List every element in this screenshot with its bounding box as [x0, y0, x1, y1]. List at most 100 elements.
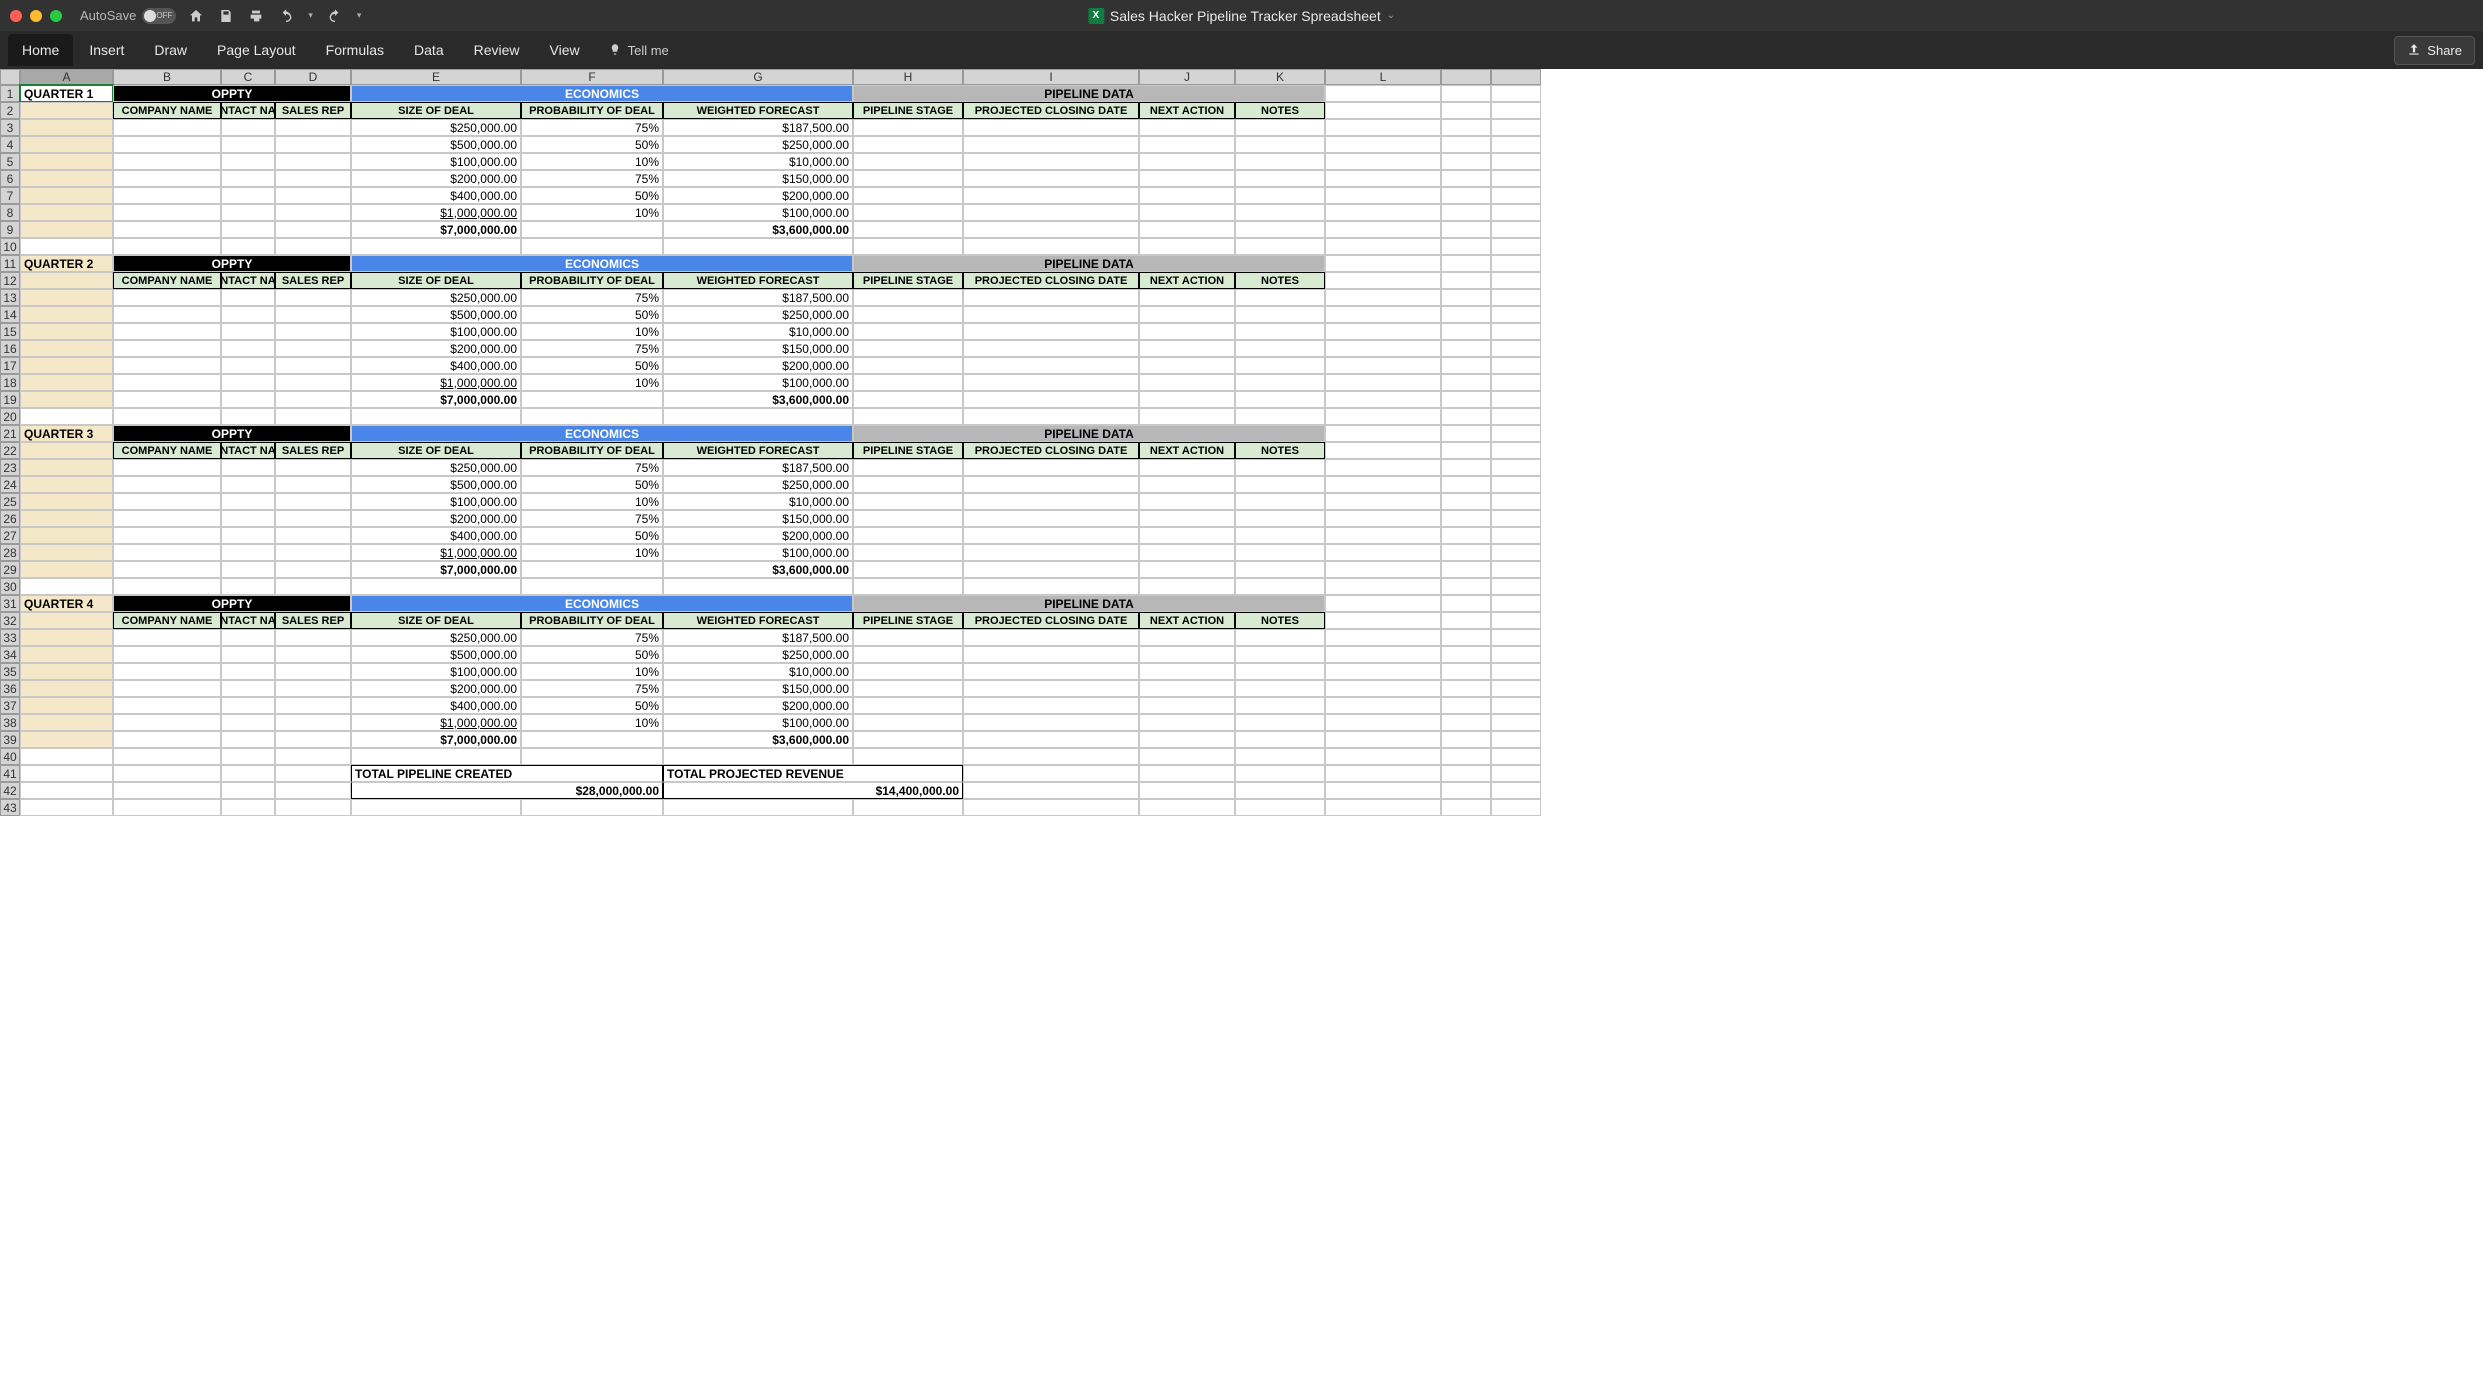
column-subheader[interactable]: COMPANY NAME [113, 102, 221, 119]
cell[interactable] [113, 782, 221, 799]
row-header-24[interactable]: 24 [0, 476, 20, 493]
total-size[interactable]: $7,000,000.00 [351, 391, 521, 408]
deal-probability[interactable]: 50% [521, 306, 663, 323]
cell[interactable] [1325, 391, 1441, 408]
deal-size[interactable]: $400,000.00 [351, 357, 521, 374]
cell[interactable] [1325, 799, 1441, 816]
column-subheader[interactable]: NEXT ACTION [1139, 102, 1235, 119]
cell[interactable] [113, 663, 221, 680]
column-header-I[interactable]: I [963, 69, 1139, 85]
row-header-11[interactable]: 11 [0, 255, 20, 272]
cell[interactable] [1325, 119, 1441, 136]
cell[interactable] [221, 408, 275, 425]
deal-size[interactable]: $1,000,000.00 [351, 714, 521, 731]
cell[interactable] [275, 561, 351, 578]
cell[interactable] [963, 306, 1139, 323]
cell[interactable] [20, 612, 113, 629]
cell[interactable] [1325, 85, 1441, 102]
cell[interactable] [853, 289, 963, 306]
cell[interactable] [20, 799, 113, 816]
cell[interactable] [275, 187, 351, 204]
section-pipeline[interactable]: PIPELINE DATA [853, 85, 1325, 102]
row-header-39[interactable]: 39 [0, 731, 20, 748]
cell[interactable] [1139, 374, 1235, 391]
document-title[interactable]: X Sales Hacker Pipeline Tracker Spreadsh… [1088, 8, 1395, 24]
column-subheader[interactable]: SALES REP [275, 102, 351, 119]
row-header-28[interactable]: 28 [0, 544, 20, 561]
cell[interactable] [1139, 136, 1235, 153]
cell[interactable] [1139, 663, 1235, 680]
cell[interactable] [1491, 493, 1541, 510]
deal-probability[interactable]: 10% [521, 204, 663, 221]
weighted-forecast[interactable]: $250,000.00 [663, 306, 853, 323]
cell[interactable] [20, 136, 113, 153]
cell[interactable] [1441, 408, 1491, 425]
maximize-window-button[interactable] [50, 10, 62, 22]
total-forecast[interactable]: $3,600,000.00 [663, 561, 853, 578]
cell[interactable] [113, 476, 221, 493]
deal-probability[interactable]: 10% [521, 714, 663, 731]
cell[interactable] [1441, 374, 1491, 391]
cell[interactable] [1491, 340, 1541, 357]
cell[interactable] [853, 680, 963, 697]
row-header-37[interactable]: 37 [0, 697, 20, 714]
cell[interactable] [853, 119, 963, 136]
column-header-blank[interactable] [1441, 69, 1491, 85]
cell[interactable] [221, 238, 275, 255]
cell[interactable] [1441, 493, 1491, 510]
cell[interactable] [853, 238, 963, 255]
column-subheader[interactable]: SIZE OF DEAL [351, 102, 521, 119]
cell[interactable] [113, 221, 221, 238]
cell[interactable] [221, 136, 275, 153]
cell[interactable] [1441, 306, 1491, 323]
cell[interactable] [853, 493, 963, 510]
weighted-forecast[interactable]: $200,000.00 [663, 357, 853, 374]
cell[interactable] [1235, 289, 1325, 306]
weighted-forecast[interactable]: $150,000.00 [663, 170, 853, 187]
column-header-L[interactable]: L [1325, 69, 1441, 85]
cell[interactable] [275, 663, 351, 680]
cell[interactable] [1325, 187, 1441, 204]
cell[interactable] [1235, 663, 1325, 680]
cell[interactable] [963, 204, 1139, 221]
total-forecast[interactable]: $3,600,000.00 [663, 391, 853, 408]
cell[interactable] [1235, 357, 1325, 374]
cell[interactable] [1441, 323, 1491, 340]
cell[interactable] [275, 153, 351, 170]
deal-size[interactable]: $200,000.00 [351, 680, 521, 697]
cell[interactable] [113, 765, 221, 782]
cell[interactable] [275, 306, 351, 323]
cell[interactable] [20, 391, 113, 408]
weighted-forecast[interactable]: $150,000.00 [663, 340, 853, 357]
more-dropdown-icon[interactable]: ▾ [357, 10, 362, 21]
cell[interactable] [1325, 629, 1441, 646]
cell[interactable] [221, 629, 275, 646]
cell[interactable] [221, 289, 275, 306]
cell[interactable] [963, 510, 1139, 527]
deal-probability[interactable]: 75% [521, 170, 663, 187]
weighted-forecast[interactable]: $100,000.00 [663, 374, 853, 391]
column-header-D[interactable]: D [275, 69, 351, 85]
cell[interactable] [1325, 748, 1441, 765]
column-subheader[interactable]: PROJECTED CLOSING DATE [963, 272, 1139, 289]
cell[interactable] [1235, 510, 1325, 527]
total-size[interactable]: $7,000,000.00 [351, 561, 521, 578]
cell[interactable] [963, 323, 1139, 340]
cell[interactable] [1325, 578, 1441, 595]
cell[interactable] [1139, 289, 1235, 306]
cell[interactable] [20, 731, 113, 748]
row-header-10[interactable]: 10 [0, 238, 20, 255]
cell[interactable] [1441, 663, 1491, 680]
cell[interactable] [521, 391, 663, 408]
cell[interactable] [1235, 561, 1325, 578]
cell[interactable] [275, 765, 351, 782]
cell[interactable] [1235, 187, 1325, 204]
row-header-29[interactable]: 29 [0, 561, 20, 578]
section-economics[interactable]: ECONOMICS [351, 595, 853, 612]
cell[interactable] [1491, 578, 1541, 595]
column-header-blank[interactable] [1491, 69, 1541, 85]
deal-probability[interactable]: 75% [521, 119, 663, 136]
tab-formulas[interactable]: Formulas [312, 34, 398, 66]
cell[interactable] [1235, 476, 1325, 493]
cell[interactable] [521, 561, 663, 578]
